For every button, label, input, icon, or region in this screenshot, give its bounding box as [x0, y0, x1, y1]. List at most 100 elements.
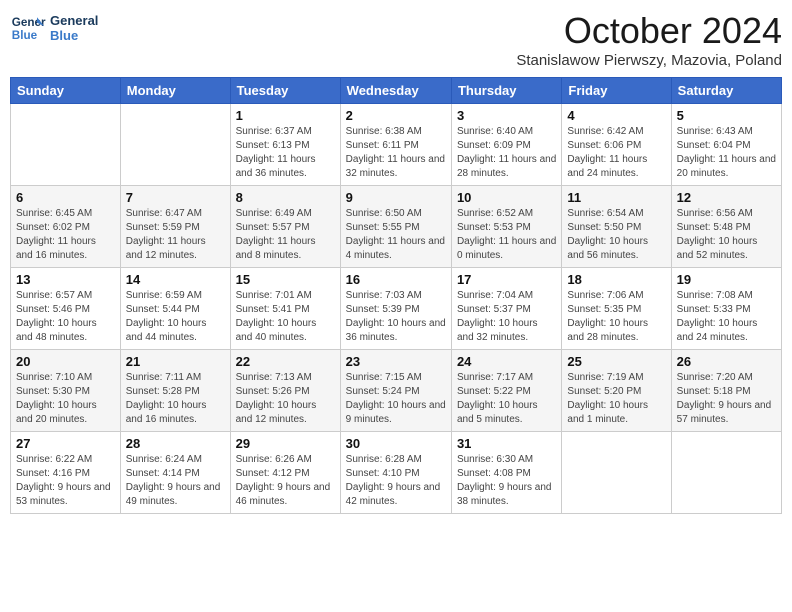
day-number: 18 — [567, 272, 665, 287]
day-info: Sunrise: 7:04 AM Sunset: 5:37 PM Dayligh… — [457, 289, 556, 345]
day-info: Sunrise: 7:10 AM Sunset: 5:30 PM Dayligh… — [16, 371, 115, 427]
calendar-cell: 12Sunrise: 6:56 AM Sunset: 5:48 PM Dayli… — [671, 186, 781, 268]
weekday-header-cell: Friday — [562, 78, 671, 104]
logo-line1: General — [50, 13, 98, 28]
day-info: Sunrise: 7:08 AM Sunset: 5:33 PM Dayligh… — [677, 289, 776, 345]
weekday-header-cell: Wednesday — [340, 78, 451, 104]
day-number: 20 — [16, 354, 115, 369]
calendar-cell: 22 Sunrise: 7:13 AM Sunset: 5:26 PM Dayli… — [230, 350, 340, 432]
day-number: 16 — [346, 272, 446, 287]
calendar-cell: 18 Sunrise: 7:06 AM Sunset: 5:35 PM Dayli… — [562, 268, 671, 350]
day-number: 3 — [457, 108, 556, 123]
day-number: 21 — [126, 354, 225, 369]
calendar-cell: 20 Sunrise: 7:10 AM Sunset: 5:30 PM Dayli… — [11, 350, 121, 432]
day-info: Sunrise: 6:45 AM Sunset: 6:02 PM Dayligh… — [16, 207, 115, 263]
day-number: 14 — [126, 272, 225, 287]
calendar-cell: 9 Sunrise: 6:50 AM Sunset: 5:55 PM Daylig… — [340, 186, 451, 268]
calendar-week-row: 20 Sunrise: 7:10 AM Sunset: 5:30 PM Dayli… — [11, 350, 782, 432]
calendar-cell: 3 Sunrise: 6:40 AM Sunset: 6:09 PM Daylig… — [451, 104, 561, 186]
day-info: Sunrise: 6:28 AM Sunset: 4:10 PM Dayligh… — [346, 453, 446, 509]
page-header: General Blue General Blue October 2024 S… — [10, 10, 782, 69]
day-info: Sunrise: 7:03 AM Sunset: 5:39 PM Dayligh… — [346, 289, 446, 345]
day-number: 26 — [677, 354, 776, 369]
calendar-cell: 23Sunrise: 7:15 AM Sunset: 5:24 PM Dayli… — [340, 350, 451, 432]
calendar-week-row: 27 Sunrise: 6:22 AM Sunset: 4:16 PM Dayli… — [11, 432, 782, 514]
day-info: Sunrise: 6:43 AM Sunset: 6:04 PM Dayligh… — [677, 125, 776, 181]
day-info: Sunrise: 7:17 AM Sunset: 5:22 PM Dayligh… — [457, 371, 556, 427]
day-number: 25 — [567, 354, 665, 369]
day-info: Sunrise: 7:19 AM Sunset: 5:20 PM Dayligh… — [567, 371, 665, 427]
calendar-table: SundayMondayTuesdayWednesdayThursdayFrid… — [10, 77, 782, 514]
day-number: 17 — [457, 272, 556, 287]
weekday-header-cell: Sunday — [11, 78, 121, 104]
day-number: 23 — [346, 354, 446, 369]
weekday-header-cell: Saturday — [671, 78, 781, 104]
day-number: 31 — [457, 436, 556, 451]
day-number: 27 — [16, 436, 115, 451]
calendar-cell — [671, 432, 781, 514]
day-number: 19 — [677, 272, 776, 287]
calendar-cell: 4Sunrise: 6:42 AM Sunset: 6:06 PM Daylig… — [562, 104, 671, 186]
calendar-cell: 16 Sunrise: 7:03 AM Sunset: 5:39 PM Dayli… — [340, 268, 451, 350]
day-number: 8 — [236, 190, 335, 205]
calendar-cell: 30 Sunrise: 6:28 AM Sunset: 4:10 PM Dayli… — [340, 432, 451, 514]
day-number: 11 — [567, 190, 665, 205]
weekday-header-cell: Monday — [120, 78, 230, 104]
calendar-cell: 28 Sunrise: 6:24 AM Sunset: 4:14 PM Dayli… — [120, 432, 230, 514]
calendar-cell: 13Sunrise: 6:57 AM Sunset: 5:46 PM Dayli… — [11, 268, 121, 350]
calendar-cell — [11, 104, 121, 186]
calendar-cell: 26 Sunrise: 7:20 AM Sunset: 5:18 PM Dayli… — [671, 350, 781, 432]
calendar-week-row: 1Sunrise: 6:37 AM Sunset: 6:13 PM Daylig… — [11, 104, 782, 186]
day-number: 10 — [457, 190, 556, 205]
calendar-body: 1Sunrise: 6:37 AM Sunset: 6:13 PM Daylig… — [11, 104, 782, 514]
calendar-cell: 25 Sunrise: 7:19 AM Sunset: 5:20 PM Dayli… — [562, 350, 671, 432]
day-info: Sunrise: 6:50 AM Sunset: 5:55 PM Dayligh… — [346, 207, 446, 263]
day-info: Sunrise: 6:22 AM Sunset: 4:16 PM Dayligh… — [16, 453, 115, 509]
calendar-cell: 27 Sunrise: 6:22 AM Sunset: 4:16 PM Dayli… — [11, 432, 121, 514]
day-info: Sunrise: 6:56 AM Sunset: 5:48 PM Dayligh… — [677, 207, 776, 263]
logo-icon: General Blue — [10, 10, 46, 46]
svg-text:Blue: Blue — [12, 29, 38, 42]
day-info: Sunrise: 7:11 AM Sunset: 5:28 PM Dayligh… — [126, 371, 225, 427]
calendar-cell: 17 Sunrise: 7:04 AM Sunset: 5:37 PM Dayli… — [451, 268, 561, 350]
day-number: 24 — [457, 354, 556, 369]
calendar-cell: 7Sunrise: 6:47 AM Sunset: 5:59 PM Daylig… — [120, 186, 230, 268]
day-number: 2 — [346, 108, 446, 123]
day-number: 28 — [126, 436, 225, 451]
calendar-cell: 5 Sunrise: 6:43 AM Sunset: 6:04 PM Daylig… — [671, 104, 781, 186]
day-info: Sunrise: 6:30 AM Sunset: 4:08 PM Dayligh… — [457, 453, 556, 509]
day-number: 6 — [16, 190, 115, 205]
day-info: Sunrise: 7:20 AM Sunset: 5:18 PM Dayligh… — [677, 371, 776, 427]
day-info: Sunrise: 6:57 AM Sunset: 5:46 PM Dayligh… — [16, 289, 115, 345]
calendar-cell: 2 Sunrise: 6:38 AM Sunset: 6:11 PM Daylig… — [340, 104, 451, 186]
calendar-week-row: 13Sunrise: 6:57 AM Sunset: 5:46 PM Dayli… — [11, 268, 782, 350]
weekday-header-cell: Tuesday — [230, 78, 340, 104]
calendar-cell — [120, 104, 230, 186]
day-info: Sunrise: 6:42 AM Sunset: 6:06 PM Dayligh… — [567, 125, 665, 181]
calendar-week-row: 6 Sunrise: 6:45 AM Sunset: 6:02 PM Daylig… — [11, 186, 782, 268]
calendar-cell: 1Sunrise: 6:37 AM Sunset: 6:13 PM Daylig… — [230, 104, 340, 186]
day-info: Sunrise: 6:54 AM Sunset: 5:50 PM Dayligh… — [567, 207, 665, 263]
weekday-header-row: SundayMondayTuesdayWednesdayThursdayFrid… — [11, 78, 782, 104]
day-info: Sunrise: 6:40 AM Sunset: 6:09 PM Dayligh… — [457, 125, 556, 181]
day-number: 22 — [236, 354, 335, 369]
calendar-cell: 31 Sunrise: 6:30 AM Sunset: 4:08 PM Dayli… — [451, 432, 561, 514]
day-number: 15 — [236, 272, 335, 287]
day-info: Sunrise: 6:52 AM Sunset: 5:53 PM Dayligh… — [457, 207, 556, 263]
calendar-title: October 2024 — [516, 10, 782, 52]
title-section: October 2024 Stanislawow Pierwszy, Mazov… — [516, 10, 782, 69]
calendar-cell: 24 Sunrise: 7:17 AM Sunset: 5:22 PM Dayli… — [451, 350, 561, 432]
day-info: Sunrise: 6:24 AM Sunset: 4:14 PM Dayligh… — [126, 453, 225, 509]
day-number: 7 — [126, 190, 225, 205]
calendar-cell: 10 Sunrise: 6:52 AM Sunset: 5:53 PM Dayli… — [451, 186, 561, 268]
day-number: 29 — [236, 436, 335, 451]
day-info: Sunrise: 6:38 AM Sunset: 6:11 PM Dayligh… — [346, 125, 446, 181]
day-info: Sunrise: 7:06 AM Sunset: 5:35 PM Dayligh… — [567, 289, 665, 345]
day-number: 9 — [346, 190, 446, 205]
calendar-cell — [562, 432, 671, 514]
day-info: Sunrise: 7:13 AM Sunset: 5:26 PM Dayligh… — [236, 371, 335, 427]
logo: General Blue General Blue — [10, 10, 98, 46]
day-number: 30 — [346, 436, 446, 451]
day-number: 5 — [677, 108, 776, 123]
calendar-cell: 8Sunrise: 6:49 AM Sunset: 5:57 PM Daylig… — [230, 186, 340, 268]
